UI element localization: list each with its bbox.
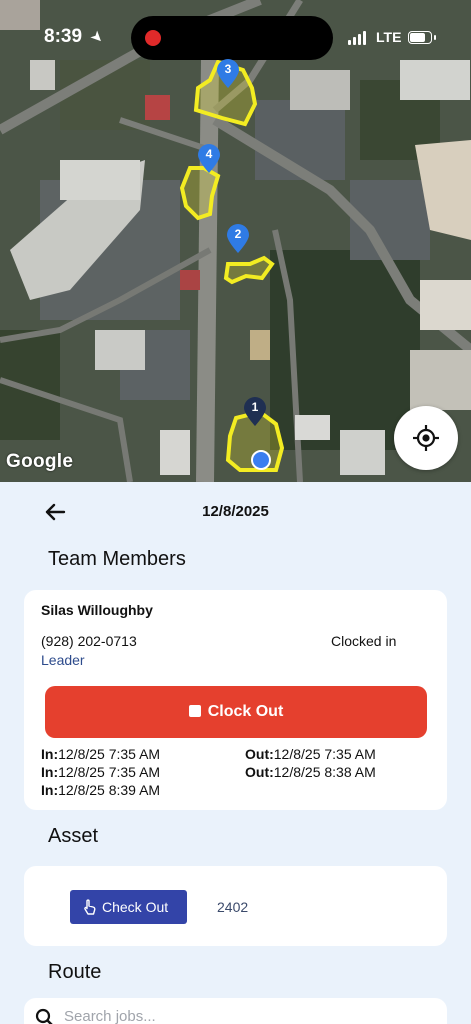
time-entry: In:12/8/25 8:39 AM xyxy=(41,782,161,798)
map-pin-4[interactable]: 4 xyxy=(197,144,221,174)
check-out-label: Check Out xyxy=(102,899,169,915)
location-arrow-icon: ➤ xyxy=(86,26,108,48)
cellular-signal-icon xyxy=(348,31,368,45)
member-clock-status: Clocked in xyxy=(331,633,397,649)
job-search-box[interactable] xyxy=(24,998,447,1024)
dynamic-island xyxy=(131,16,333,60)
search-icon xyxy=(35,1008,53,1024)
time-entry: Out:12/8/25 8:38 AM xyxy=(245,764,376,780)
crosshair-icon xyxy=(413,425,439,451)
asset-id: 2402 xyxy=(217,899,249,915)
route-heading: Route xyxy=(48,961,102,983)
current-location-dot xyxy=(251,450,271,470)
battery-icon xyxy=(408,31,436,44)
time-entry: In:12/8/25 7:35 AM xyxy=(41,764,161,780)
recording-indicator-icon xyxy=(145,30,161,46)
clock-out-button[interactable]: Clock Out xyxy=(45,686,427,738)
map-pin-label: 2 xyxy=(234,227,242,241)
google-attribution: Google xyxy=(6,451,74,472)
map-view[interactable]: 8:39 ➤ LTE 3 4 2 1 Google xyxy=(0,0,471,482)
asset-heading: Asset xyxy=(48,825,99,847)
pointer-hand-icon xyxy=(84,899,96,915)
asset-check-out-button[interactable]: Check Out xyxy=(70,890,187,924)
map-pin-1[interactable]: 1 xyxy=(243,397,267,427)
time-entry: In:12/8/25 7:35 AM xyxy=(41,746,161,762)
clock-out-label: Clock Out xyxy=(207,703,284,720)
map-pin-2[interactable]: 2 xyxy=(226,224,250,254)
search-jobs-input[interactable] xyxy=(64,1008,424,1024)
map-pin-label: 4 xyxy=(205,147,213,161)
status-time: 8:39 xyxy=(44,26,83,47)
team-members-heading: Team Members xyxy=(48,548,186,570)
map-pin-label: 3 xyxy=(224,62,232,76)
recenter-location-button[interactable] xyxy=(394,406,458,470)
time-entry: Out:12/8/25 7:35 AM xyxy=(245,746,376,762)
map-pin-3[interactable]: 3 xyxy=(216,59,240,89)
stop-square-icon xyxy=(188,705,201,717)
asset-card: Check Out 2402 xyxy=(24,866,447,946)
details-sheet: 12/8/2025 Team Members Silas Willoughby … xyxy=(0,482,471,1024)
member-role: Leader xyxy=(41,652,85,668)
network-type: LTE xyxy=(376,29,402,45)
member-name: Silas Willoughby xyxy=(41,602,153,618)
map-pin-label: 1 xyxy=(251,400,259,414)
member-phone[interactable]: (928) 202-0713 xyxy=(41,633,137,649)
page-title-date: 12/8/2025 xyxy=(202,503,269,520)
team-member-card: Silas Willoughby (928) 202-0713 Clocked … xyxy=(24,590,447,810)
